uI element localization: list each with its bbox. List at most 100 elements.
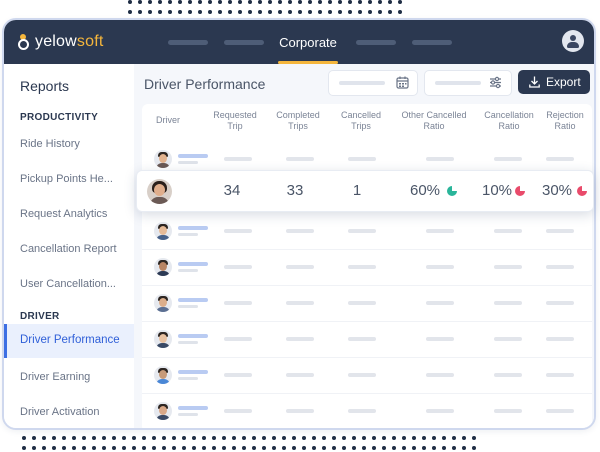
decorative-dot — [198, 0, 202, 4]
decorative-dot — [292, 436, 296, 440]
sidebar-item-request-analytics[interactable]: Request Analytics — [20, 208, 130, 220]
column-header-completed-trips[interactable]: Completed Trips — [272, 110, 324, 132]
table-row[interactable] — [142, 213, 592, 250]
cell-placeholder — [546, 337, 574, 341]
column-header-rejection-ratio[interactable]: Rejection Ratio — [542, 110, 588, 132]
tab-corporate[interactable]: Corporate — [272, 20, 344, 64]
cell-placeholder — [426, 337, 454, 341]
decorative-dot — [32, 436, 36, 440]
table-row[interactable] — [142, 357, 592, 394]
decorative-dot — [148, 10, 152, 14]
cell-placeholder — [348, 337, 376, 341]
sidebar-item-driver-earning[interactable]: Driver Earning — [20, 371, 130, 383]
filter-select[interactable] — [424, 70, 512, 96]
decorative-dot — [288, 10, 292, 14]
table-row-highlighted[interactable]: 34 33 1 60% 10% 30% — [136, 170, 594, 212]
sidebar-item-driver-activation[interactable]: Driver Activation — [20, 406, 130, 418]
decorative-dot — [362, 446, 366, 450]
decorative-dot — [252, 446, 256, 450]
app-window: yelowsoft Corporate Reports PRODUCTIVITY… — [2, 18, 596, 430]
pie-chart-icon — [447, 186, 457, 196]
sidebar-section-driver: DRIVER — [20, 311, 60, 322]
sidebar-item-cancellation-report[interactable]: Cancellation Report — [20, 243, 130, 255]
decorative-dot — [42, 436, 46, 440]
requested-trip-value: 34 — [223, 182, 241, 199]
user-icon[interactable] — [562, 30, 584, 52]
driver-performance-table: Driver Requested Trip Completed Trips Ca… — [142, 104, 592, 428]
decorative-dot — [398, 0, 402, 4]
column-header-cancelled-trips[interactable]: Cancelled Trips — [335, 110, 387, 132]
decorative-dot — [202, 446, 206, 450]
cell-placeholder — [224, 229, 252, 233]
decorative-dot — [462, 436, 466, 440]
nav-item-placeholder[interactable] — [224, 40, 264, 45]
decorative-dot — [158, 10, 162, 14]
decorative-dot — [432, 446, 436, 450]
decorative-dot — [288, 0, 292, 4]
decorative-dot — [22, 436, 26, 440]
top-navbar: yelowsoft Corporate — [4, 20, 594, 64]
decorative-dot — [52, 436, 56, 440]
nav-item-placeholder[interactable] — [356, 40, 396, 45]
sidebar-item-ride-history[interactable]: Ride History — [20, 138, 130, 150]
decorative-dot — [358, 0, 362, 4]
decorative-dot — [298, 0, 302, 4]
driver-name-placeholder — [178, 334, 208, 338]
logo[interactable]: yelowsoft — [18, 31, 104, 53]
sidebar-item-user-cancellation[interactable]: User Cancellation... — [20, 278, 130, 290]
date-range-picker[interactable] — [328, 70, 418, 96]
rejection-ratio-value: 30% — [541, 182, 573, 199]
avatar — [154, 222, 172, 240]
table-row[interactable] — [142, 393, 592, 428]
column-header-cancellation-ratio[interactable]: Cancellation Ratio — [478, 110, 540, 132]
decorative-dot — [142, 446, 146, 450]
decorative-dot — [412, 446, 416, 450]
cell-placeholder — [348, 229, 376, 233]
sidebar-section-productivity: PRODUCTIVITY — [20, 112, 99, 123]
column-header-other-cancelled-ratio[interactable]: Other Cancelled Ratio — [392, 110, 476, 132]
decorative-dot — [322, 446, 326, 450]
export-button[interactable]: Export — [518, 70, 590, 94]
nav-item-placeholder[interactable] — [412, 40, 452, 45]
logo-mark-icon — [18, 32, 30, 50]
decorative-dot — [152, 446, 156, 450]
decorative-dot — [298, 10, 302, 14]
cell-placeholder — [224, 265, 252, 269]
column-header-driver[interactable]: Driver — [148, 115, 188, 126]
decorative-dot — [188, 0, 192, 4]
sidebar-item-pickup-points[interactable]: Pickup Points He... — [20, 173, 130, 185]
table-row[interactable] — [142, 249, 592, 286]
driver-name-placeholder — [178, 154, 208, 158]
decorative-dot — [242, 446, 246, 450]
decorative-dot — [262, 436, 266, 440]
sidebar-item-driver-performance[interactable]: Driver Performance — [4, 324, 134, 358]
decorative-dot — [318, 0, 322, 4]
cell-placeholder — [426, 157, 454, 161]
decorative-dot — [32, 446, 36, 450]
table-row[interactable] — [142, 285, 592, 322]
column-header-requested-trip[interactable]: Requested Trip — [210, 110, 260, 132]
decorative-dot — [102, 446, 106, 450]
decorative-dot — [328, 10, 332, 14]
cancelled-trips-value: 1 — [352, 182, 362, 199]
decorative-dot — [142, 436, 146, 440]
cell-placeholder — [286, 301, 314, 305]
decorative-dot — [442, 436, 446, 440]
decorative-dot — [128, 0, 132, 4]
decorative-dot — [312, 446, 316, 450]
nav-item-placeholder[interactable] — [168, 40, 208, 45]
main-content: Driver Performance Export Driver Request… — [134, 64, 594, 428]
decorative-dot — [302, 446, 306, 450]
decorative-dot — [368, 10, 372, 14]
decorative-dot — [348, 0, 352, 4]
decorative-dot — [82, 436, 86, 440]
decorative-dot — [248, 0, 252, 4]
cell-placeholder — [348, 265, 376, 269]
decorative-dot — [232, 436, 236, 440]
cell-placeholder — [224, 409, 252, 413]
cell-placeholder — [546, 409, 574, 413]
decorative-dot — [52, 446, 56, 450]
table-row[interactable] — [142, 321, 592, 358]
cell-placeholder — [286, 157, 314, 161]
cell-placeholder — [494, 229, 522, 233]
